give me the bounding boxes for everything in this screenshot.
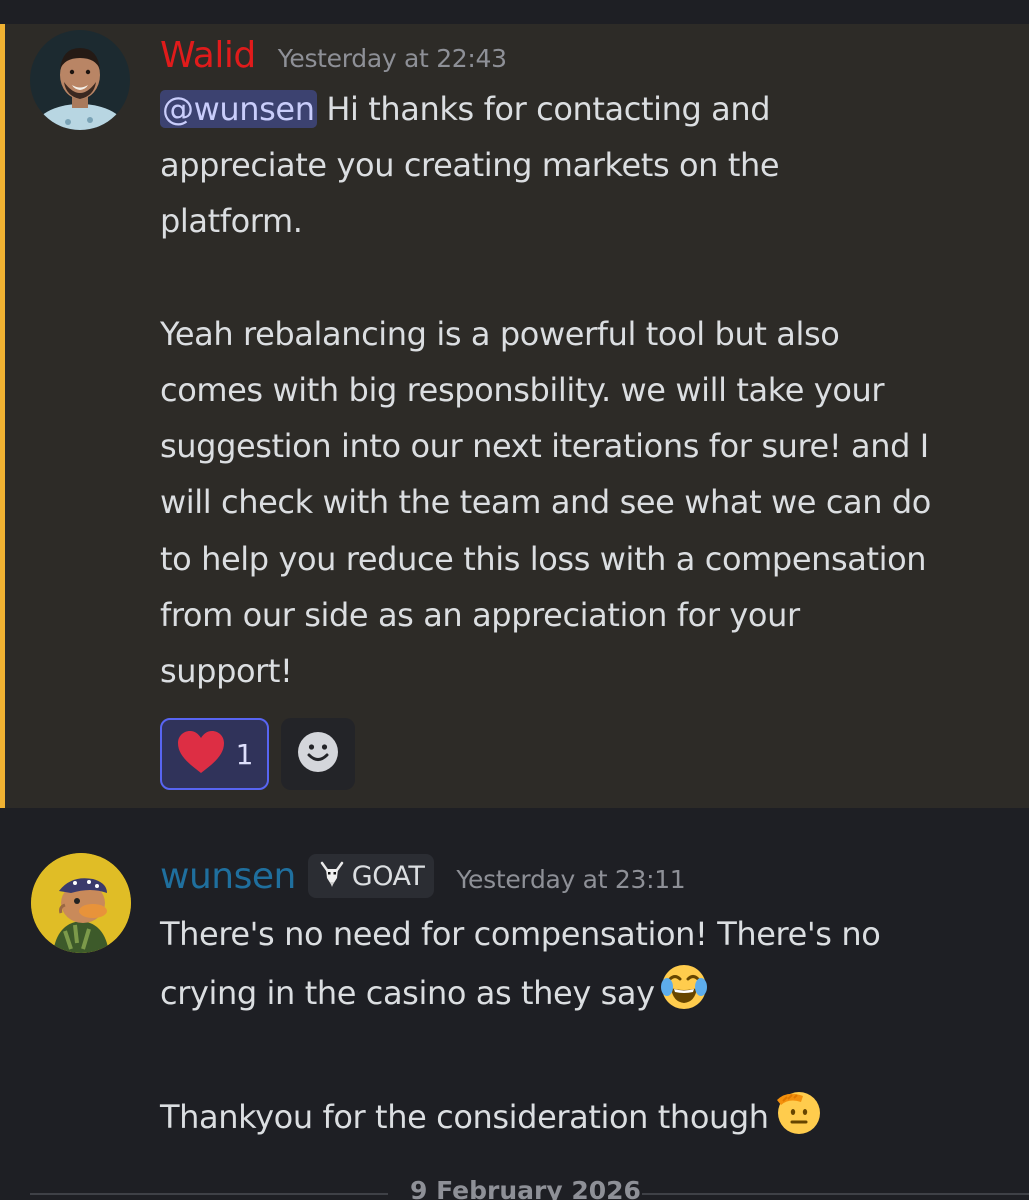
chat-screen: Walid Yesterday at 22:43 @wunsen Hi than… [0,0,1029,1200]
avatar-wunsen[interactable] [31,853,131,953]
mention-highlight-bar [0,24,5,808]
date-divider-label: 9 February 2026 [410,1176,641,1200]
user-mention[interactable]: @wunsen [160,90,317,128]
message-line: appreciate you creating markets on the [160,146,780,185]
add-reaction-button[interactable] [281,718,355,790]
message-line: will check with the team and see what we… [160,483,931,522]
add-reaction-smiley-icon [297,731,339,777]
divider-line-left [30,1193,388,1195]
message-line: Yeah rebalancing is a powerful tool but … [160,314,840,353]
face-with-tears-of-joy-icon [659,962,709,1029]
divider-line-right [642,1193,1029,1195]
message-line: comes with big responsbility. we will ta… [160,371,885,409]
message-header: Walid Yesterday at 22:43 [160,35,507,76]
author-name[interactable]: wunsen [160,856,296,897]
message-line: platform. [160,202,303,241]
reactions-bar: 1 [160,718,355,790]
message-line: crying in the casino as they say [160,962,1010,1029]
message-line: @wunsen Hi thanks for contacting and [160,90,771,128]
message-timestamp[interactable]: Yesterday at 22:43 [278,44,507,73]
message-content: There's no need for compensation! There'… [160,906,1010,1153]
reaction-heart[interactable]: 1 [160,718,269,790]
message-line: from our side as an appreciation for you… [160,595,800,634]
heart-icon [176,729,226,779]
reaction-count: 1 [235,737,254,771]
badge-label: GOAT [351,860,425,892]
message-line: to help you reduce this loss with a comp… [160,539,927,578]
message-line: There's no need for compensation! There'… [160,915,881,953]
top-strip [0,0,1029,24]
saluting-face-icon [773,1086,823,1153]
goat-icon [318,860,346,892]
role-badge[interactable]: GOAT [307,854,435,898]
message-line: support! [160,652,293,691]
avatar-walid[interactable] [30,30,130,130]
date-divider: 9 February 2026 [30,1170,1029,1200]
author-name[interactable]: Walid [160,35,256,76]
message-walid[interactable]: Walid Yesterday at 22:43 @wunsen Hi than… [0,24,1029,808]
message-line: suggestion into our next iterations for … [160,427,929,466]
message-header: wunsen GOAT Yesterday at 23:11 [160,854,686,900]
message-line: Thankyou for the consideration though [160,1086,1010,1153]
message-timestamp[interactable]: Yesterday at 23:11 [456,865,685,894]
message-content: @wunsen Hi thanks for contacting and app… [160,81,1010,699]
